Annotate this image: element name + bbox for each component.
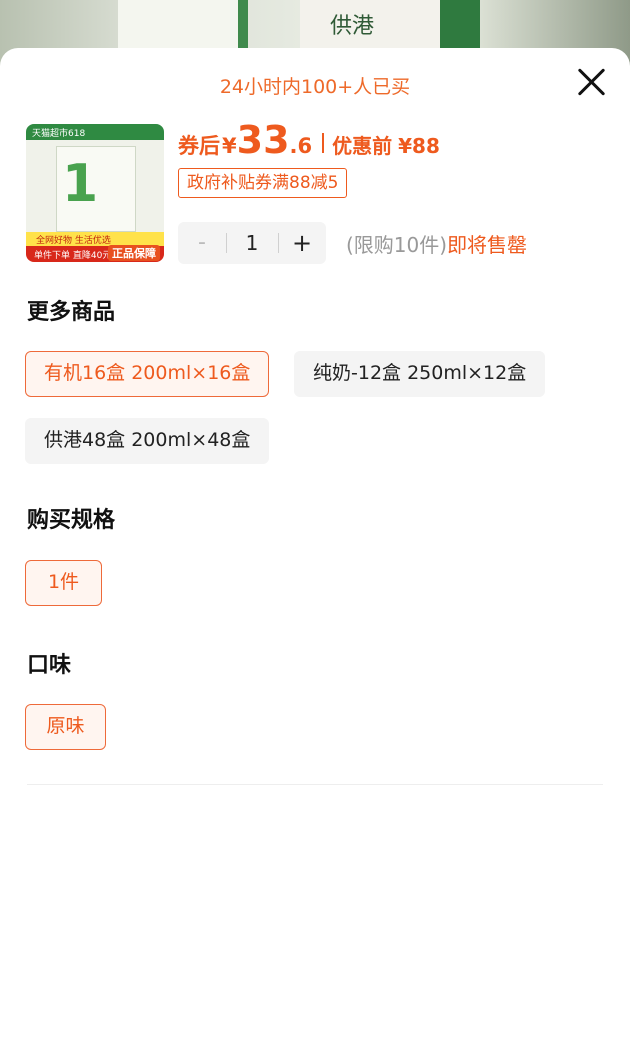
- bg-brand-text: 供港: [330, 14, 375, 39]
- section-divider: [27, 784, 603, 785]
- thumb-top-text: 天猫超市618: [32, 129, 86, 139]
- thumb-carton-number: 1: [62, 154, 99, 214]
- decrease-button[interactable]: -: [178, 222, 226, 264]
- purchase-limit: (限购10件)即将售罄: [346, 229, 527, 258]
- increase-button[interactable]: +: [278, 222, 326, 264]
- section-title-flavor: 口味: [27, 653, 72, 678]
- thumb-authentic-badge: 正品保障: [108, 245, 160, 261]
- sku-selector-sheet: 24小时内100+人已买 天猫超市618 1 全网好物 生活优选 单件下单 直降…: [0, 48, 630, 1048]
- option-pure-milk-12[interactable]: 纯奶-12盒 250ml×12盒: [294, 351, 546, 397]
- price-row: 券后¥33.6 优惠前 ¥88: [178, 118, 440, 164]
- option-spec-1[interactable]: 1件: [25, 560, 102, 606]
- subsidy-coupon-tag: 政府补贴券满88减5: [178, 168, 348, 198]
- option-flavor-original[interactable]: 原味: [25, 704, 106, 750]
- option-gonggang-48[interactable]: 供港48盒 200ml×48盒: [25, 418, 270, 464]
- quantity-stepper: - 1 +: [178, 222, 326, 264]
- thumb-yellow-text: 全网好物 生活优选: [36, 236, 111, 246]
- thumb-yellow-banner: 全网好物 生活优选: [26, 232, 164, 246]
- option-organic-16[interactable]: 有机16盒 200ml×16盒: [25, 351, 270, 397]
- bg-carton-right: [440, 0, 480, 48]
- section-title-spec: 购买规格: [27, 508, 116, 533]
- section-title-more-products: 更多商品: [27, 300, 116, 325]
- price-separator: [322, 133, 325, 153]
- sellout-warning: 即将售罄: [447, 233, 528, 257]
- original-price: ¥88: [398, 134, 440, 158]
- after-coupon-label: 券后: [178, 134, 220, 158]
- price-integer: 33: [236, 118, 290, 162]
- quantity-value[interactable]: 1: [226, 222, 278, 264]
- recent-buyers-text: 24小时内100+人已买: [219, 76, 411, 98]
- close-icon[interactable]: [576, 66, 608, 98]
- limit-text: (限购10件): [346, 233, 448, 257]
- original-price-label: 优惠前: [332, 134, 393, 158]
- product-thumbnail[interactable]: 天猫超市618 1 全网好物 生活优选 单件下单 直降40元 正品保障: [26, 124, 164, 262]
- price-decimal: .6: [289, 134, 313, 158]
- bg-carton-left: [118, 0, 248, 48]
- currency-symbol: ¥: [222, 134, 237, 158]
- thumb-bottom-text: 单件下单 直降40元: [34, 251, 112, 261]
- thumb-top-banner: 天猫超市618: [26, 124, 164, 140]
